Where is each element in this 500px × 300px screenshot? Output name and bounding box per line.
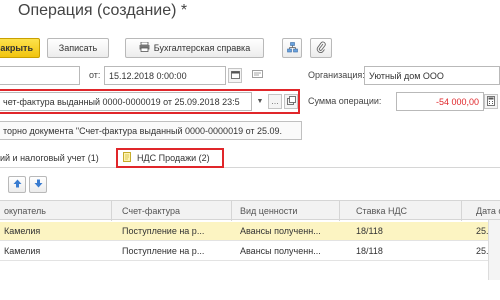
table-header: окупатель Счет-фактура Вид ценности Став… — [0, 200, 500, 221]
post-and-close-label: акрыть — [0, 43, 33, 53]
save-button[interactable]: Записать — [47, 38, 109, 58]
comment-icon[interactable] — [252, 70, 263, 82]
column-header-value-type[interactable]: Вид ценности — [236, 201, 340, 221]
page-title: Операция (создание) * — [18, 2, 188, 19]
reversal-document-field[interactable]: торно документа "Счет-фактура выданный 0… — [0, 121, 302, 140]
accounting-report-label: Бухгалтерская справка — [153, 43, 251, 53]
table-row[interactable]: Камелия Поступление на р... Авансы получ… — [0, 222, 500, 241]
paperclip-icon — [316, 41, 326, 55]
calendar-icon — [230, 70, 240, 81]
structure-button[interactable] — [282, 38, 302, 58]
document-icon — [123, 152, 131, 164]
sum-label: Сумма операции: — [308, 96, 382, 106]
document-highlight — [0, 89, 300, 114]
column-header-vat-rate[interactable]: Ставка НДС — [352, 201, 462, 221]
save-label: Записать — [58, 43, 98, 53]
tab-vat-sales[interactable]: НДС Продажи (2) — [116, 148, 224, 168]
accounting-report-button[interactable]: Бухгалтерская справка — [125, 38, 264, 58]
date-field[interactable]: 15.12.2018 0:00:00 — [104, 66, 226, 85]
arrow-down-icon — [34, 179, 43, 190]
post-and-close-button[interactable]: акрыть — [0, 38, 40, 58]
column-header-invoice[interactable]: Счет-фактура — [118, 201, 232, 221]
column-header-buyer[interactable]: окупатель — [0, 201, 112, 221]
structure-icon — [286, 41, 298, 55]
date-label: от: — [89, 70, 101, 80]
calendar-button[interactable] — [228, 68, 242, 83]
calculator-icon — [487, 95, 495, 108]
tab-vat-sales-label: НДС Продажи (2) — [137, 153, 210, 163]
tab-tax-accounting[interactable]: ий и налоговый учет (1) — [0, 148, 99, 168]
document-number-field[interactable] — [0, 66, 80, 85]
cell-value-type: Авансы полученн... — [240, 226, 321, 236]
sum-field[interactable]: -54 000,00 — [396, 92, 484, 111]
move-down-button[interactable] — [29, 176, 47, 193]
print-icon — [139, 41, 150, 54]
cell-buyer: Камелия — [4, 226, 41, 236]
arrow-up-icon — [13, 179, 22, 190]
tab-tax-accounting-label: ий и налоговый учет (1) — [0, 153, 99, 163]
cell-invoice: Поступление на р... — [122, 226, 205, 236]
organization-field[interactable]: Уютный дом ООО — [364, 66, 500, 85]
move-up-button[interactable] — [8, 176, 26, 193]
attach-file-button[interactable] — [310, 38, 332, 58]
organization-label: Организация: — [308, 70, 365, 80]
cell-vat-rate: 18/118 — [356, 246, 383, 256]
cell-invoice: Поступление на р... — [122, 246, 205, 256]
cell-vat-rate: 18/118 — [356, 226, 383, 236]
table-row[interactable]: Камелия Поступление на р... Авансы получ… — [0, 242, 500, 261]
vertical-scrollbar[interactable] — [488, 220, 500, 280]
column-header-date[interactable]: Дата о — [472, 201, 500, 221]
calculator-button[interactable] — [484, 94, 498, 109]
cell-buyer: Камелия — [4, 246, 41, 256]
cell-value-type: Авансы полученн... — [240, 246, 321, 256]
